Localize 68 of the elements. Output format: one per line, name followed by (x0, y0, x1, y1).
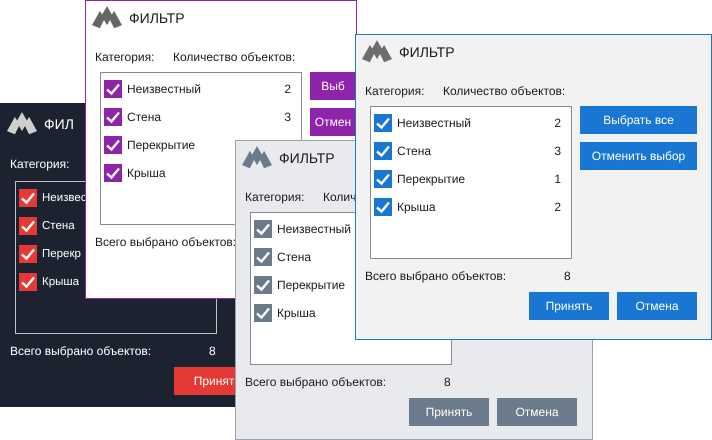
checkbox[interactable] (254, 248, 272, 266)
checkbox[interactable] (374, 198, 392, 216)
total-value: 8 (564, 269, 571, 283)
checkbox[interactable] (19, 245, 37, 263)
item-label: Крыша (127, 166, 166, 180)
window-title: ФИЛЬТР (279, 150, 335, 166)
item-label: Перекрытие (277, 278, 346, 292)
logo-icon (242, 146, 272, 170)
column-label: Количество объектов: (173, 50, 296, 64)
item-label: Стена (397, 144, 432, 158)
item-count: 3 (554, 144, 561, 158)
column-label: Категория: (245, 190, 306, 204)
window-title: ФИЛЬТР (399, 44, 455, 60)
column-label: Количество объектов: (443, 84, 566, 98)
item-label: Неизвестный (277, 222, 351, 236)
cancel-button[interactable]: Отмена (617, 292, 697, 320)
item-label: Перекрытие (127, 138, 196, 152)
checkbox[interactable] (374, 142, 392, 160)
window-title: ФИЛ (44, 116, 74, 132)
checkbox[interactable] (19, 273, 37, 291)
item-label: Стена (277, 250, 312, 264)
item-label: Крыша (397, 200, 436, 214)
checkbox[interactable] (104, 164, 122, 182)
cancel-button[interactable]: Отмена (497, 398, 577, 426)
item-label: Неизвестный (397, 116, 471, 130)
total-value: 8 (444, 375, 451, 389)
checkbox[interactable] (374, 114, 392, 132)
item-label: Неизвес (42, 192, 87, 204)
item-label: Стена (42, 220, 75, 232)
item-count: 3 (284, 110, 291, 124)
clear-selection-button[interactable]: Отменить выбор (580, 142, 697, 170)
checkbox[interactable] (19, 189, 37, 207)
logo-icon (7, 112, 37, 136)
select-all-button[interactable]: Выбрать все (580, 106, 697, 134)
total-label: Всего выбрано объектов: (95, 235, 238, 249)
logo-icon (362, 40, 392, 64)
total-value: 8 (209, 344, 216, 358)
select-all-button[interactable]: Выб (310, 72, 356, 100)
checkbox[interactable] (254, 220, 272, 238)
logo-icon (92, 6, 122, 30)
accept-button[interactable]: Принять (529, 292, 609, 320)
total-label: Всего выбрано объектов: (365, 269, 508, 283)
total-label: Всего выбрано объектов: (245, 375, 388, 389)
item-label: Крыша (277, 306, 316, 320)
checkbox[interactable] (254, 304, 272, 322)
total-label: Всего выбрано объектов: (10, 344, 152, 358)
item-count: 2 (554, 116, 561, 130)
accept-button[interactable]: Принять (409, 398, 489, 426)
column-label: Категория: (95, 50, 156, 64)
checkbox[interactable] (104, 80, 122, 98)
item-count: 2 (284, 82, 291, 96)
checkbox[interactable] (374, 170, 392, 188)
column-label: Колич (323, 190, 356, 204)
column-label: Категория: (10, 157, 70, 171)
item-label: Крыша (42, 276, 79, 288)
checkbox[interactable] (104, 108, 122, 126)
column-label: Категория: (365, 84, 426, 98)
item-count: 1 (554, 172, 561, 186)
item-label: Неизвестный (127, 82, 201, 96)
item-label: Перекр (42, 248, 81, 260)
item-label: Стена (127, 110, 162, 124)
checkbox[interactable] (104, 136, 122, 154)
checkbox[interactable] (19, 217, 37, 235)
item-count: 2 (554, 200, 561, 214)
checkbox[interactable] (254, 276, 272, 294)
item-label: Перекрытие (397, 172, 466, 186)
clear-selection-button[interactable]: Отмен (310, 108, 356, 136)
window-title: ФИЛЬТР (129, 10, 185, 26)
